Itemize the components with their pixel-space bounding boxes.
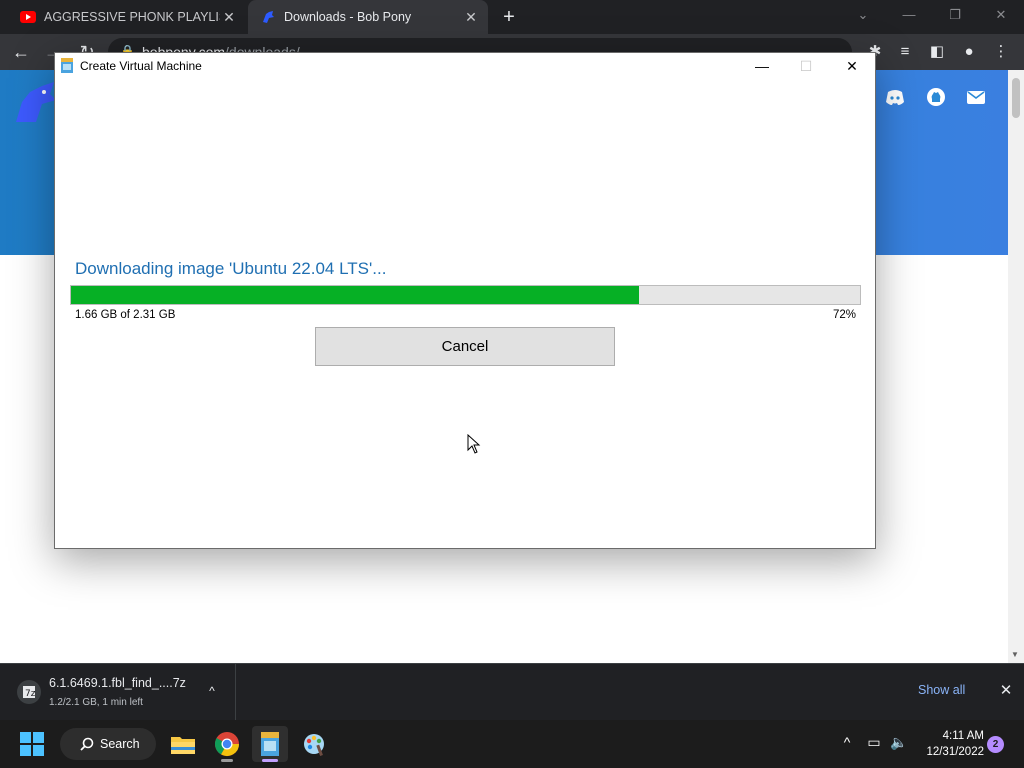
tab-title: Downloads - Bob Pony	[284, 10, 412, 24]
bob-pony-logo[interactable]	[10, 78, 58, 126]
browser-tabstrip: AGGRESSIVE PHONK PLAYLIST # ✕ Downloads …	[0, 0, 1024, 34]
tab-title: AGGRESSIVE PHONK PLAYLIST #	[44, 10, 220, 24]
show-hidden-icons-chevron[interactable]: ^	[837, 734, 857, 754]
download-shelf: 7z 6.1.6469.1.fbl_find_....7z 1.2/2.1 GB…	[0, 663, 1024, 720]
dialog-minimize-icon[interactable]: —	[747, 55, 777, 77]
media-controls-icon[interactable]: ≡	[894, 41, 916, 63]
page-scrollbar[interactable]: ▼	[1008, 70, 1024, 663]
download-progress-bar	[70, 285, 861, 305]
close-window-icon[interactable]: ✕	[988, 4, 1014, 26]
tab-youtube[interactable]: AGGRESSIVE PHONK PLAYLIST # ✕	[8, 0, 246, 34]
progress-fill	[71, 286, 639, 304]
new-tab-button[interactable]: +	[498, 6, 520, 28]
windows-sandbox-icon	[60, 58, 74, 74]
7zip-file-icon: 7z	[16, 679, 42, 705]
download-percent-text: 72%	[832, 309, 856, 321]
youtube-icon	[20, 9, 36, 25]
dialog-maximize-icon: ☐	[799, 58, 813, 74]
dialog-title: Create Virtual Machine	[80, 59, 202, 73]
side-panel-icon[interactable]: ◧	[926, 41, 948, 63]
minimize-icon[interactable]: —	[896, 4, 922, 26]
scrollbar-thumb[interactable]	[1012, 78, 1020, 118]
search-icon	[80, 737, 94, 751]
dialog-close-icon[interactable]: ✕	[837, 55, 867, 77]
paint-icon[interactable]	[297, 726, 333, 762]
windows-start-icon[interactable]	[20, 732, 44, 756]
scroll-down-arrow-icon[interactable]: ▼	[1011, 650, 1019, 659]
clock-time: 4:11 AM	[942, 730, 984, 742]
chrome-icon[interactable]	[209, 726, 245, 762]
mouse-cursor-icon	[467, 433, 481, 454]
bob-pony-icon	[260, 9, 276, 25]
mail-icon[interactable]	[965, 86, 987, 108]
download-status-text: Downloading image 'Ubuntu 22.04 LTS'...	[75, 259, 387, 278]
menu-kebab-icon[interactable]: ⋮	[990, 41, 1012, 63]
create-vm-dialog: Create Virtual Machine — ☐ ✕ Downloading…	[54, 52, 876, 549]
running-indicator	[221, 759, 233, 762]
network-icon[interactable]: ▭	[864, 734, 884, 754]
github-icon[interactable]	[925, 86, 947, 108]
profile-icon[interactable]: ●	[958, 41, 980, 63]
system-clock[interactable]: 4:11 AM 12/31/2022	[916, 728, 984, 760]
windows-sandbox-icon[interactable]	[252, 726, 288, 762]
tab-downloads[interactable]: Downloads - Bob Pony ✕	[248, 0, 488, 34]
running-indicator	[262, 759, 278, 762]
tab-search-chevron-icon[interactable]: ⌄	[850, 4, 876, 26]
tab-close-icon[interactable]: ✕	[462, 8, 480, 26]
notification-badge[interactable]: 2	[987, 736, 1004, 753]
discord-icon[interactable]	[884, 86, 906, 108]
volume-icon[interactable]: 🔈	[889, 734, 909, 754]
close-download-shelf-icon[interactable]: ✕	[996, 681, 1016, 701]
show-all-downloads-link[interactable]: Show all	[918, 683, 965, 697]
chevron-up-icon[interactable]: ^	[204, 684, 220, 700]
restore-icon[interactable]: ❐	[942, 4, 968, 26]
download-size-text: 1.66 GB of 2.31 GB	[75, 309, 176, 321]
windows-taskbar: Search ^ ▭ 🔈 4:11 AM 12/31/2022	[0, 720, 1024, 768]
cancel-button[interactable]: Cancel	[315, 327, 615, 366]
search-label: Search	[100, 737, 140, 751]
clock-date: 12/31/2022	[926, 746, 984, 758]
file-explorer-icon[interactable]	[165, 726, 201, 762]
taskbar-search-button[interactable]: Search	[60, 728, 156, 760]
download-item[interactable]: 7z 6.1.6469.1.fbl_find_....7z 1.2/2.1 GB…	[0, 664, 236, 720]
back-arrow-icon[interactable]: ←	[10, 41, 32, 63]
svg-text:7z: 7z	[25, 689, 36, 699]
download-file-name: 6.1.6469.1.fbl_find_....7z	[49, 676, 186, 690]
download-progress-status: 1.2/2.1 GB, 1 min left	[49, 697, 143, 708]
dialog-titlebar[interactable]: Create Virtual Machine — ☐ ✕	[55, 53, 875, 79]
tab-close-icon[interactable]: ✕	[220, 8, 238, 26]
